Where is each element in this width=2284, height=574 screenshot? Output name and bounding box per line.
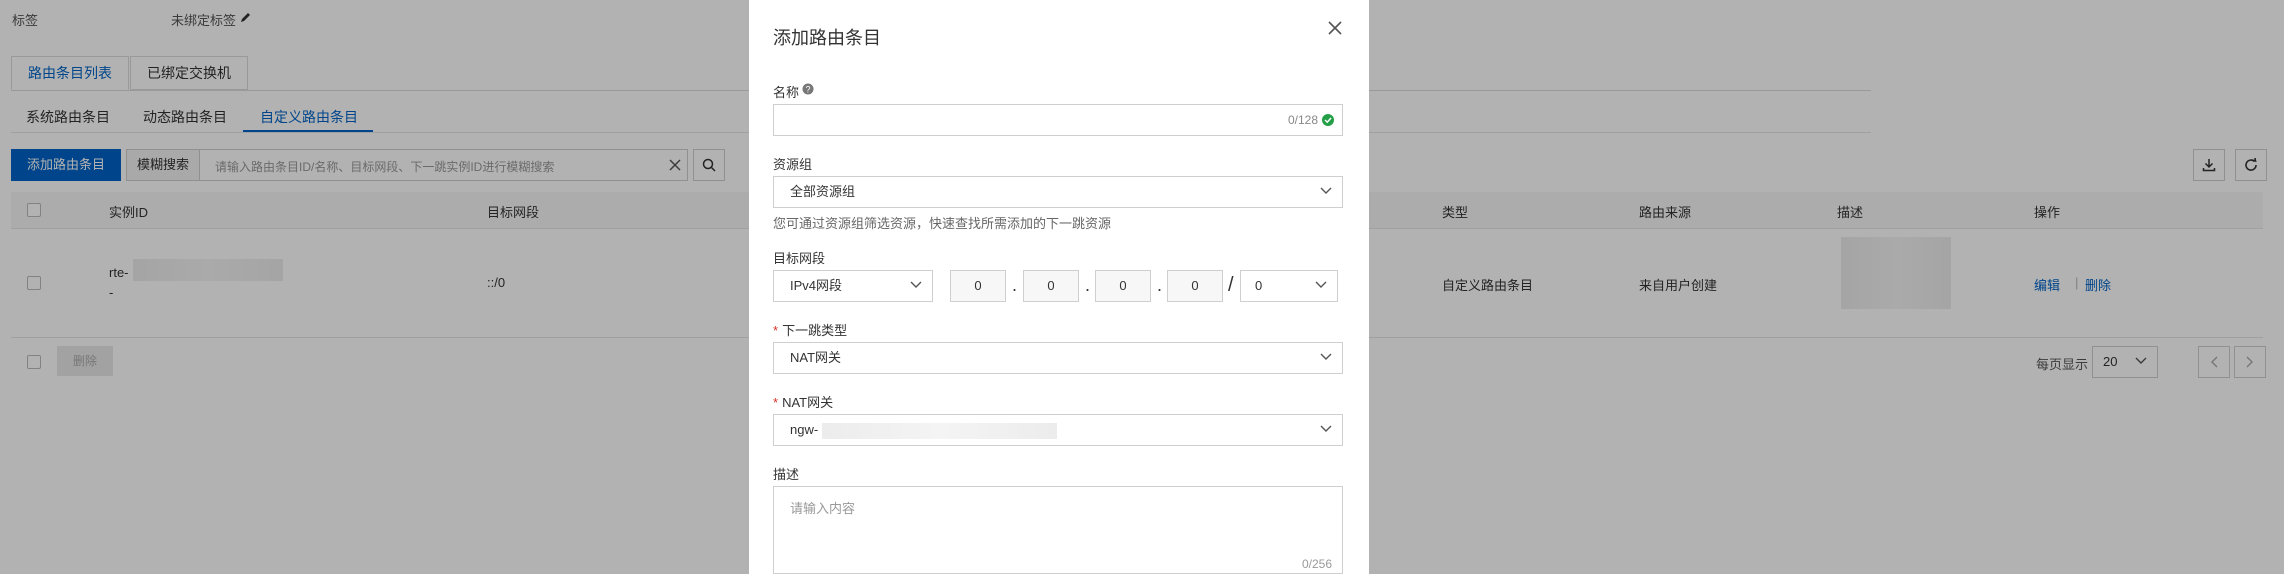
- help-icon[interactable]: ?: [802, 83, 814, 95]
- svg-text:?: ?: [805, 85, 810, 95]
- chevron-down-icon: [1320, 187, 1332, 194]
- description-placeholder: 请输入内容: [790, 501, 856, 516]
- nexthop-type-select[interactable]: NAT网关: [773, 342, 1343, 374]
- close-icon[interactable]: [1327, 20, 1343, 36]
- nat-gateway-select[interactable]: ngw-: [773, 414, 1343, 446]
- description-label: 描述: [773, 467, 800, 482]
- resource-group-label: 资源组: [773, 157, 813, 172]
- ip-octet-2[interactable]: 0: [1023, 270, 1079, 302]
- description-textarea[interactable]: 请输入内容 0/256: [773, 486, 1343, 574]
- cidr-label: 目标网段: [773, 251, 826, 266]
- ip-octet-3[interactable]: 0: [1095, 270, 1151, 302]
- chevron-down-icon: [1315, 281, 1327, 288]
- chevron-down-icon: [910, 281, 922, 288]
- cidr-type-select[interactable]: IPv4网段: [773, 270, 933, 302]
- resource-group-select[interactable]: 全部资源组: [773, 176, 1343, 208]
- nat-gateway-id-redacted: [822, 423, 1057, 439]
- name-counter: 0/128: [1287, 113, 1318, 127]
- nat-gateway-label: * NAT网关: [773, 395, 834, 410]
- chevron-down-icon: [1320, 425, 1332, 432]
- chevron-down-icon: [1320, 353, 1332, 360]
- name-input[interactable]: 0/128: [773, 104, 1343, 136]
- mask-slash: /: [1228, 274, 1234, 296]
- resource-group-hint: 您可通过资源组筛选资源，快速查找所需添加的下一跳资源: [773, 216, 1112, 231]
- nat-gateway-value: ngw-: [790, 422, 819, 437]
- ip-octet-4[interactable]: 0: [1167, 270, 1223, 302]
- name-label: 名称: [773, 85, 800, 100]
- dialog-title: 添加路由条目: [773, 28, 881, 48]
- check-circle-icon: [1322, 114, 1334, 126]
- ip-octet-1[interactable]: 0: [950, 270, 1006, 302]
- description-counter: 0/256: [1301, 557, 1332, 571]
- add-route-entry-dialog: 添加路由条目 名称 ? 0/128 资源组 全部资源组 您可通过资源组筛选资源，…: [749, 0, 1369, 574]
- mask-select[interactable]: 0: [1240, 270, 1338, 302]
- nexthop-type-label: * 下一跳类型: [773, 323, 848, 338]
